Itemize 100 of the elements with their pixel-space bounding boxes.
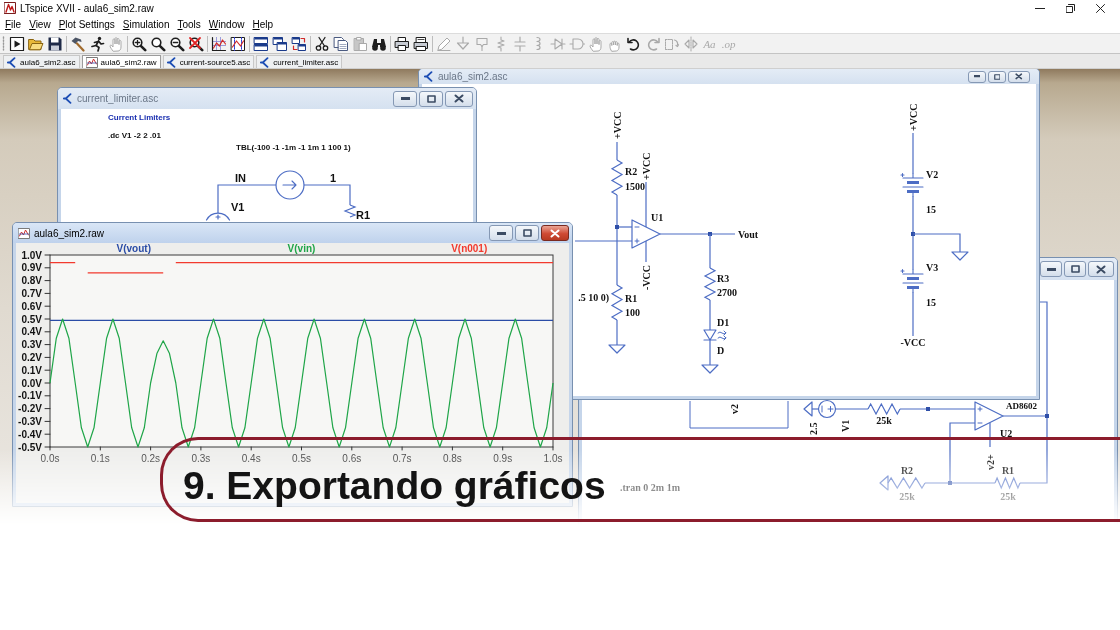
menu-item[interactable]: Simulation bbox=[118, 19, 174, 30]
maximize-button[interactable] bbox=[1064, 261, 1086, 277]
ground-symbol bbox=[951, 251, 969, 261]
axis-tick-label: 0.0s bbox=[40, 453, 60, 464]
axis-tick-label: -0.2V bbox=[18, 403, 42, 415]
minimize-button[interactable] bbox=[489, 225, 513, 241]
cascade-windows-icon[interactable] bbox=[271, 35, 288, 52]
wire bbox=[645, 240, 647, 263]
value-label: 25k bbox=[899, 491, 915, 502]
maximize-button[interactable] bbox=[515, 225, 539, 241]
minimize-icon bbox=[973, 75, 981, 78]
zoom-in-icon[interactable] bbox=[130, 35, 147, 52]
wire bbox=[811, 408, 820, 410]
axis-tick-label: 0.4s bbox=[241, 453, 261, 464]
maximize-button[interactable] bbox=[419, 90, 443, 107]
tile-windows-icon[interactable] bbox=[252, 35, 269, 52]
minimize-icon bbox=[496, 231, 506, 235]
cut-icon[interactable] bbox=[313, 35, 330, 52]
axis-tick-label: 0.1s bbox=[90, 453, 110, 464]
menu-item[interactable]: Help bbox=[248, 19, 278, 30]
wire bbox=[709, 299, 711, 331]
ground-symbol bbox=[803, 401, 813, 417]
value-label: AD8602 bbox=[1006, 401, 1037, 411]
component-label: R2 bbox=[625, 166, 638, 177]
wire bbox=[645, 181, 647, 228]
axis-tick-label: -0.5V bbox=[18, 441, 42, 453]
value-label: 2700 bbox=[717, 287, 737, 298]
spice-directive: .dc V1 -2 2 .01 bbox=[108, 131, 161, 140]
net-label: Vout bbox=[738, 229, 759, 240]
ground-symbol bbox=[701, 364, 719, 374]
axis-tick-label: -0.3V bbox=[18, 415, 42, 427]
close-icon bbox=[1096, 264, 1106, 274]
menu-item[interactable]: File bbox=[1, 19, 26, 30]
toolbar-grip-icon[interactable] bbox=[2, 36, 5, 51]
component-label: U2 bbox=[1000, 428, 1013, 439]
menu-item[interactable]: Window bbox=[204, 19, 249, 30]
run-icon[interactable] bbox=[8, 35, 25, 52]
net-label: -VCC bbox=[900, 337, 926, 348]
close-button[interactable] bbox=[1008, 70, 1030, 83]
current-source-symbol bbox=[275, 170, 305, 200]
resistor-symbol bbox=[994, 476, 1021, 490]
tab[interactable]: aula6_sim2.asc bbox=[3, 55, 80, 68]
axis-tick-label: -0.4V bbox=[18, 428, 42, 440]
minimize-button[interactable] bbox=[1040, 261, 1062, 277]
value-label: 15 bbox=[926, 297, 936, 308]
tab[interactable]: aula6_sim2.raw bbox=[81, 55, 161, 68]
save-icon[interactable] bbox=[46, 35, 63, 52]
menu-item[interactable]: Tools bbox=[173, 19, 205, 30]
tab[interactable]: current-source5.asc bbox=[162, 55, 255, 68]
close-icon bbox=[454, 94, 464, 103]
value-label: 2.5 bbox=[808, 422, 819, 435]
component-label: R3 bbox=[717, 273, 730, 284]
zoom-out-icon[interactable] bbox=[168, 35, 185, 52]
schematic-icon bbox=[166, 56, 177, 68]
axis-tick-label: 0.4V bbox=[21, 326, 42, 338]
axis-tick-label: 1.0s bbox=[543, 453, 563, 464]
ground-symbol bbox=[608, 344, 626, 354]
axis-tick-label: 0.3s bbox=[191, 453, 211, 464]
net-label: 1 bbox=[330, 172, 337, 184]
menu-item[interactable]: Plot Settings bbox=[54, 19, 119, 30]
hammer-icon[interactable] bbox=[69, 35, 86, 52]
arrange-windows-icon[interactable] bbox=[290, 35, 307, 52]
close-button[interactable] bbox=[445, 90, 473, 107]
net-label: +VCC bbox=[612, 111, 623, 139]
value-label: 15 bbox=[926, 204, 936, 215]
chart-cursor-icon[interactable] bbox=[229, 35, 246, 52]
minimize-icon bbox=[1046, 267, 1056, 271]
maximize-button[interactable] bbox=[988, 70, 1006, 83]
value-label: 25k bbox=[1000, 491, 1016, 502]
minimize-button[interactable] bbox=[968, 70, 986, 83]
printer-setup-icon[interactable] bbox=[412, 35, 429, 52]
component-label: V1 bbox=[840, 419, 851, 432]
resistor-symbol bbox=[703, 267, 717, 301]
menu-item[interactable]: View bbox=[25, 19, 55, 30]
close-button[interactable] bbox=[541, 225, 569, 241]
restore-icon bbox=[1065, 3, 1075, 13]
resistor-symbol bbox=[610, 159, 624, 196]
close-icon bbox=[1015, 73, 1023, 80]
magnifier-icon[interactable] bbox=[149, 35, 166, 52]
running-figure-icon[interactable] bbox=[88, 35, 105, 52]
battery-symbol bbox=[900, 268, 924, 293]
resistor-symbol bbox=[887, 476, 926, 490]
tab[interactable]: current_limiter.asc bbox=[256, 55, 343, 68]
waveform-icon bbox=[18, 227, 30, 239]
close-button[interactable] bbox=[1088, 261, 1114, 277]
axis-tick-label: 0.6s bbox=[342, 453, 362, 464]
minimize-button[interactable] bbox=[393, 90, 417, 107]
copy-icon[interactable] bbox=[332, 35, 349, 52]
component-label: R1 bbox=[1001, 465, 1015, 476]
chart-icon[interactable] bbox=[210, 35, 227, 52]
wire bbox=[303, 184, 351, 206]
axis-tick-label: 0.8s bbox=[442, 453, 462, 464]
op-amp-symbol bbox=[974, 401, 1004, 431]
component-label: R2 bbox=[900, 465, 914, 476]
minimize-icon bbox=[1035, 7, 1045, 9]
led-symbol bbox=[703, 329, 727, 341]
undo-icon[interactable] bbox=[625, 35, 642, 52]
zoom-cancel-icon[interactable] bbox=[187, 35, 204, 52]
print-icon[interactable] bbox=[393, 35, 410, 52]
wire bbox=[912, 132, 914, 175]
